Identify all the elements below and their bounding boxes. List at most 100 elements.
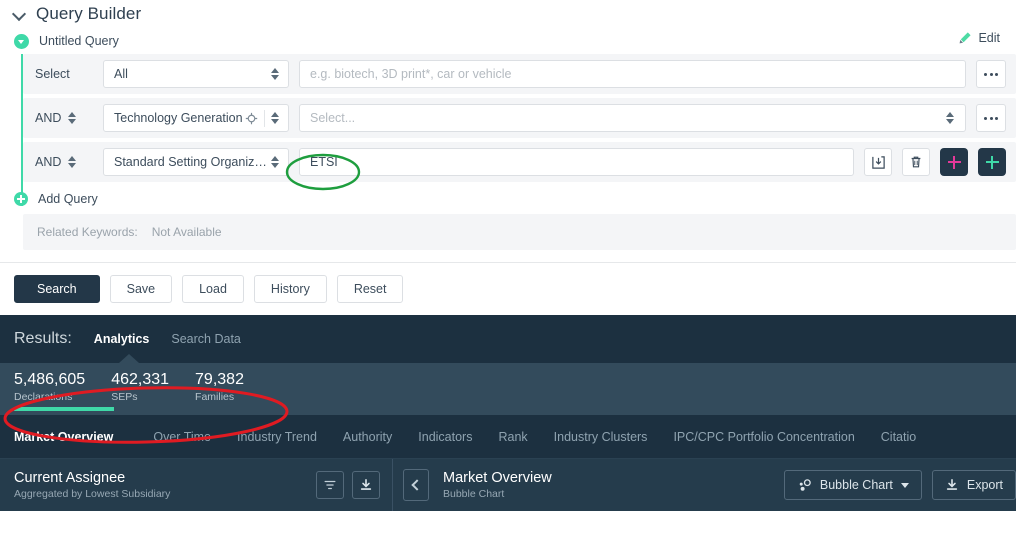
row-conjunction-label: AND [35, 111, 62, 125]
save-query-button[interactable] [864, 148, 892, 176]
tab-authority[interactable]: Authority [343, 430, 418, 444]
tab-industry-clusters[interactable]: Industry Clusters [554, 430, 674, 444]
related-keywords-value: Not Available [151, 225, 222, 239]
field-select-value: Technology Generation [114, 111, 243, 125]
related-keywords-bar: Related Keywords: Not Available [23, 214, 1016, 250]
chevron-down-icon[interactable] [14, 8, 26, 20]
chevron-updown-icon [68, 111, 77, 125]
dot [989, 72, 993, 76]
tab-industry-trend[interactable]: Industry Trend [237, 430, 343, 444]
chevron-updown-icon [946, 111, 955, 125]
stat-caption: SEPs [111, 391, 138, 403]
row-more-button[interactable] [976, 104, 1006, 132]
page-title: Query Builder [36, 4, 142, 23]
app-root: Query Builder Untitled Query Edit Select… [0, 0, 1016, 550]
query-group-rail [21, 54, 23, 206]
results-label: Results: [14, 330, 72, 347]
pencil-icon [960, 32, 972, 44]
chevron-updown-icon [68, 155, 77, 169]
search-input[interactable]: e.g. biotech, 3D print*, car or vehicle [299, 60, 966, 88]
download-icon [360, 478, 372, 490]
dot [995, 116, 998, 120]
query-row: Select All e.g. biotech, 3D print*, car … [23, 54, 1016, 94]
chart-titles: Market Overview Bubble Chart [443, 470, 552, 500]
chevron-updown-icon [271, 155, 280, 169]
stat-value: 5,486,605 [14, 371, 86, 388]
trash-icon [911, 156, 921, 168]
chevron-updown-icon [271, 111, 280, 125]
dot [995, 72, 998, 76]
search-button[interactable]: Search [14, 275, 100, 303]
delete-query-button[interactable] [902, 148, 930, 176]
plus-circle-icon [14, 192, 28, 206]
row-conjunction-label: AND [35, 155, 62, 169]
chart-actions: Bubble Chart Export [783, 470, 1016, 500]
assignee-subtitle: Aggregated by Lowest Subsidiary [14, 488, 171, 500]
row-conjunction-select[interactable]: AND [35, 111, 93, 125]
field-select[interactable]: Standard Setting Organiza... [103, 148, 289, 176]
stat-families[interactable]: 79,382 Families [195, 370, 244, 403]
tab-market-overview[interactable]: Market Overview [14, 430, 153, 444]
tab-indicators[interactable]: Indicators [418, 430, 498, 444]
history-button[interactable]: History [253, 275, 327, 303]
query-rows: Select All e.g. biotech, 3D print*, car … [0, 54, 1016, 206]
export-button[interactable]: Export [931, 470, 1016, 500]
chart-title: Market Overview [443, 470, 552, 486]
query-builder-header[interactable]: Query Builder [0, 0, 1016, 28]
chart-header: Market Overview Bubble Chart Bubble Char… [393, 459, 1016, 511]
stats-band: 5,486,605 Declarations 462,331 SEPs 79,3… [0, 354, 1016, 415]
row-conjunction-select[interactable]: AND [35, 155, 93, 169]
field-select[interactable]: All [103, 60, 289, 88]
add-condition-button[interactable] [940, 148, 968, 176]
back-button[interactable] [403, 469, 429, 501]
analytics-tabbar: Market Overview Over Time Industry Trend… [0, 415, 1016, 459]
stat-caption: Declarations [14, 391, 73, 403]
tab-citation[interactable]: Citatio [881, 430, 942, 444]
stat-declarations[interactable]: 5,486,605 Declarations [14, 370, 115, 411]
tab-over-time[interactable]: Over Time [153, 430, 237, 444]
query-name-label: Untitled Query [39, 34, 119, 48]
chevron-updown-icon [271, 67, 280, 81]
assignee-actions [316, 471, 380, 499]
add-query-button[interactable]: Add Query [0, 186, 1016, 212]
stat-seps[interactable]: 462,331 SEPs [111, 370, 169, 403]
query-collapse-icon[interactable] [14, 33, 29, 49]
divider [264, 109, 265, 127]
chart-toolbar: Current Assignee Aggregated by Lowest Su… [0, 459, 1016, 511]
row-more-button[interactable] [976, 60, 1006, 88]
value-select[interactable]: Select... [299, 104, 966, 132]
bubble-chart-icon [799, 478, 811, 491]
stat-caption: Families [195, 391, 235, 403]
chevron-down-icon [900, 482, 909, 488]
save-button[interactable]: Save [109, 275, 173, 303]
field-select[interactable]: Technology Generation [103, 104, 289, 132]
save-icon [871, 155, 885, 169]
tab-search-data[interactable]: Search Data [171, 332, 240, 346]
chart-type-label: Bubble Chart [819, 478, 893, 492]
field-select-value: All [114, 67, 128, 81]
stat-value: 462,331 [111, 371, 170, 388]
filter-icon [324, 480, 336, 490]
load-button[interactable]: Load [182, 275, 244, 303]
add-query-label: Add Query [38, 192, 98, 206]
tab-ipc-cpc-portfolio-concentration[interactable]: IPC/CPC Portfolio Concentration [673, 430, 880, 444]
filter-button[interactable] [316, 471, 344, 499]
chart-subtitle: Bubble Chart [443, 488, 505, 500]
add-group-button[interactable] [978, 148, 1006, 176]
tab-rank[interactable]: Rank [498, 430, 553, 444]
chart-type-dropdown[interactable]: Bubble Chart [783, 470, 922, 500]
target-icon[interactable] [245, 112, 258, 125]
export-label: Export [966, 478, 1003, 492]
dot [984, 116, 987, 120]
tab-analytics[interactable]: Analytics [94, 332, 150, 346]
dot [989, 116, 993, 120]
edit-query-button[interactable]: Edit [958, 31, 1000, 45]
reset-button[interactable]: Reset [336, 275, 404, 303]
download-button[interactable] [352, 471, 380, 499]
value-placeholder: Select... [310, 111, 356, 125]
query-header-row: Untitled Query Edit [0, 28, 1016, 54]
assignee-panel-header: Current Assignee Aggregated by Lowest Su… [0, 459, 393, 511]
sso-value-input[interactable]: ETSI [299, 148, 854, 176]
field-select-value: Standard Setting Organiza... [114, 155, 271, 169]
dot [984, 72, 987, 76]
